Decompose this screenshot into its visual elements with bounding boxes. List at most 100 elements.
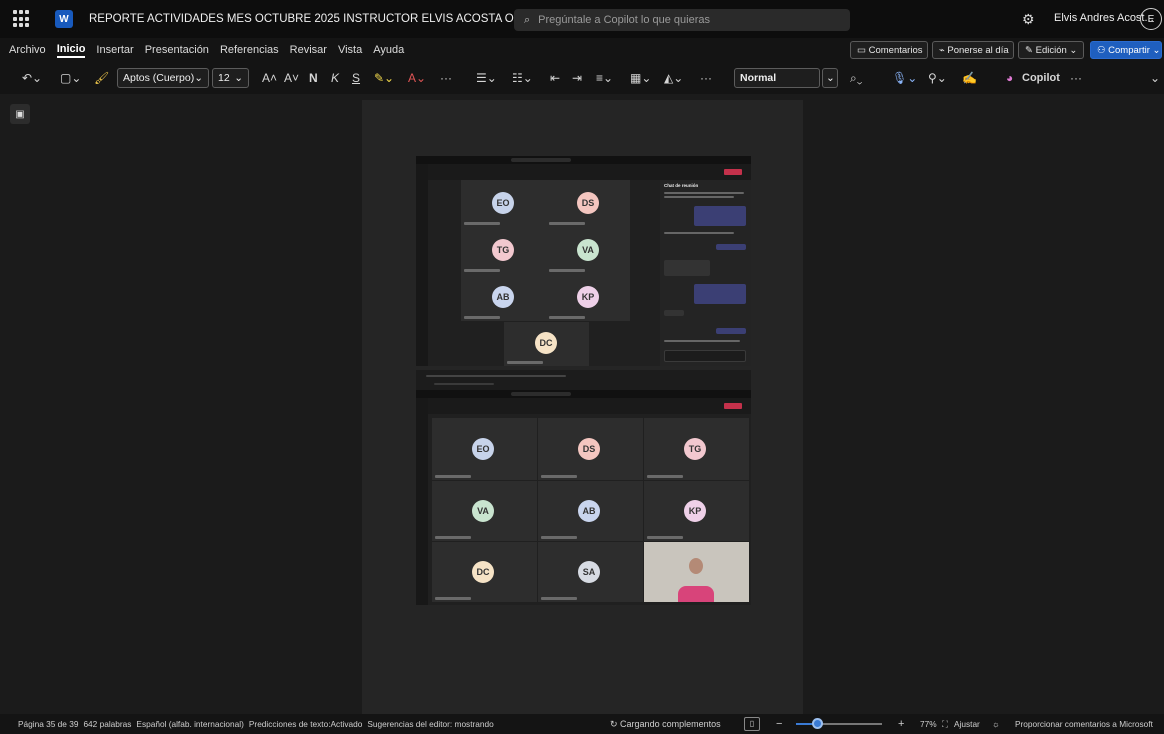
tab-revisar[interactable]: Revisar	[290, 44, 327, 56]
language-status[interactable]: Español (alfab. internacional)	[136, 719, 243, 729]
avatar[interactable]: E	[1140, 8, 1162, 30]
participant-tile: DS	[546, 180, 630, 227]
zoom-level[interactable]: 77%	[920, 719, 937, 729]
bullets-icon[interactable]: ☰⌄	[476, 71, 497, 85]
chat-text-line	[664, 340, 740, 342]
sensitivity-icon[interactable]: ⚲⌄	[928, 71, 947, 85]
chevron-down-icon: ⌄	[826, 72, 835, 84]
participant-initials: SA	[578, 561, 600, 583]
grow-font-icon[interactable]: A˄	[262, 71, 277, 85]
app-launcher-icon[interactable]	[13, 10, 31, 28]
participant-tile: DS	[538, 418, 643, 480]
participant-name-bar	[541, 536, 577, 539]
word-count[interactable]: 642 palabras	[83, 719, 131, 729]
participant-tile: SA	[538, 542, 643, 602]
copilot-search-placeholder: Pregúntale a Copilot lo que quieras	[538, 14, 711, 26]
leave-meeting-button	[724, 403, 742, 409]
meeting-screenshot-bottom: EO DS TG VA AB KP DC SA	[416, 390, 751, 605]
font-name-select[interactable]: Aptos (Cuerpo) ⌄	[117, 68, 209, 88]
copilot-button[interactable]: Copilot	[1022, 72, 1060, 84]
loading-icon: ↻	[610, 718, 621, 729]
font-name-value: Aptos (Cuerpo)	[123, 72, 195, 84]
comments-button[interactable]: ▭ Comentarios	[850, 41, 928, 59]
navigation-pane-icon[interactable]: ▣	[10, 104, 30, 124]
zoom-slider-thumb[interactable]	[812, 718, 823, 729]
participant-tile: TG	[461, 227, 546, 274]
participant-initials: DC	[472, 561, 494, 583]
zoom-in-button[interactable]: +	[898, 718, 904, 730]
font-color-icon[interactable]: A⌄	[408, 71, 426, 85]
participant-tile: AB	[461, 274, 546, 321]
chat-message-bubble	[716, 244, 746, 250]
copilot-search-input[interactable]: ⌕ Pregúntale a Copilot lo que quieras	[514, 9, 850, 31]
fit-button[interactable]: Ajustar	[954, 719, 980, 729]
style-value: Normal	[740, 72, 777, 84]
feedback-link[interactable]: Proporcionar comentarios a Microsoft	[1015, 719, 1153, 729]
underline-button[interactable]: S	[352, 71, 360, 85]
bold-button[interactable]: N	[309, 71, 318, 85]
chat-compose-box	[664, 350, 746, 362]
align-icon[interactable]: ≡⌄	[596, 71, 613, 85]
dictate-icon[interactable]: 🎙⌄	[892, 71, 917, 85]
style-dropdown-button[interactable]: ⌄	[822, 68, 838, 88]
participant-name-bar	[549, 269, 585, 272]
more-options-icon[interactable]: ···	[440, 71, 452, 85]
undo-icon[interactable]: ↶⌄	[22, 71, 42, 85]
user-name[interactable]: Elvis Andres Acost...	[1054, 12, 1154, 24]
tab-inicio[interactable]: Inicio	[56, 43, 86, 58]
editor-icon[interactable]: ✍	[962, 71, 977, 85]
ribbon-overflow-icon[interactable]: ···	[1070, 71, 1082, 85]
participant-camera-video	[644, 542, 749, 602]
borders-icon[interactable]: ▦⌄	[630, 71, 651, 85]
increase-indent-icon[interactable]: ⇥	[572, 71, 582, 85]
ribbon-expand-icon[interactable]: ⌄	[1150, 71, 1160, 85]
loading-addins-status: ↻ Cargando complementos	[610, 719, 721, 730]
loading-addins-label: Cargando complementos	[620, 718, 721, 729]
highlight-icon[interactable]: ✎⌄	[374, 71, 394, 85]
teams-search-bar	[511, 158, 571, 162]
find-icon[interactable]: ⌕⌄	[850, 71, 862, 86]
tab-presentacion[interactable]: Presentación	[145, 44, 209, 56]
catch-up-button[interactable]: ⌁ Ponerse al día	[932, 41, 1014, 59]
editor-suggestions-status[interactable]: Sugerencias del editor: mostrando	[367, 719, 493, 729]
participant-name-bar	[464, 269, 500, 272]
editing-mode-button[interactable]: ✎ Edición ⌄	[1018, 41, 1084, 59]
participant-name-bar	[647, 536, 683, 539]
tab-ayuda[interactable]: Ayuda	[373, 44, 404, 56]
format-painter-icon[interactable]: 🖌	[94, 71, 109, 85]
font-size-value: 12	[218, 72, 230, 84]
pulse-icon: ⌁	[939, 44, 948, 56]
more-paragraph-icon[interactable]: ···	[700, 71, 712, 85]
font-size-select[interactable]: 12 ⌄	[212, 68, 249, 88]
italic-button[interactable]: K	[331, 71, 339, 85]
copilot-icon[interactable]: ◕	[1006, 71, 1013, 85]
clipboard-icon[interactable]: ▢⌄	[60, 71, 81, 85]
page-count[interactable]: Página 35 de 39	[18, 719, 78, 729]
numbering-icon[interactable]: ☷⌄	[512, 71, 533, 85]
tab-archivo[interactable]: Archivo	[9, 44, 46, 56]
document-title[interactable]: REPORTE ACTIVIDADES MES OCTUBRE 2025 INS…	[89, 13, 551, 25]
catch-up-label: Ponerse al día	[947, 44, 1009, 56]
chat-message-bubble	[694, 284, 746, 304]
tab-vista[interactable]: Vista	[338, 44, 362, 56]
focus-mode-icon[interactable]: ▯	[744, 717, 760, 731]
participant-initials: DS	[577, 192, 599, 214]
document-page[interactable]: EO DS TG VA AB KP DC Chat de reunión EO …	[362, 100, 803, 714]
shrink-font-icon[interactable]: A˅	[284, 71, 299, 85]
participant-initials: DS	[578, 438, 600, 460]
decrease-indent-icon[interactable]: ⇤	[550, 71, 560, 85]
settings-gear-icon[interactable]: ⚙	[1022, 11, 1035, 28]
tab-insertar[interactable]: Insertar	[96, 44, 133, 56]
participant-initials: KP	[684, 500, 706, 522]
shading-icon[interactable]: ◭⌄	[664, 71, 683, 85]
participant-initials: VA	[577, 239, 599, 261]
style-select[interactable]: Normal	[734, 68, 820, 88]
share-button[interactable]: ⚇ Compartir ⌄	[1090, 41, 1162, 59]
tab-referencias[interactable]: Referencias	[220, 44, 279, 56]
zoom-out-button[interactable]: −	[776, 718, 782, 730]
participant-initials: TG	[492, 239, 514, 261]
teams-top-bar	[416, 156, 751, 164]
participant-initials: EO	[472, 438, 494, 460]
text-predictions-status[interactable]: Predicciones de texto:Activado	[249, 719, 362, 729]
participant-initials: KP	[577, 286, 599, 308]
